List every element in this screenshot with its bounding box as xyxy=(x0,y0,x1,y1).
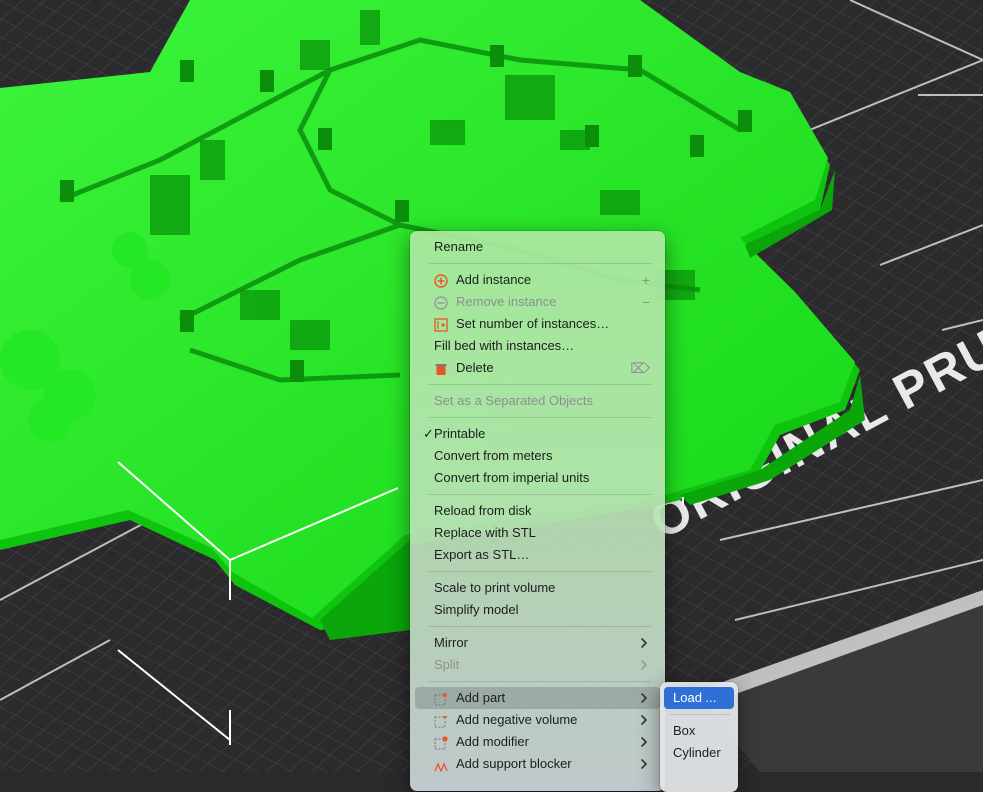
menu-separator xyxy=(429,571,651,572)
menu-separator xyxy=(429,626,651,627)
menu-item-label: Add negative volume xyxy=(456,712,578,727)
menu-item-mirror[interactable]: Mirror xyxy=(415,632,660,654)
menu-item-replace-with-stl[interactable]: Replace with STL xyxy=(415,522,660,544)
menu-item-label: Convert from meters xyxy=(434,448,553,463)
shortcut-hint: − xyxy=(641,294,650,310)
minus-circle-icon xyxy=(434,295,448,310)
object-context-menu: Rename Add instance + Remove instance − Set n… xyxy=(410,231,665,791)
menu-item-label: Reload from disk xyxy=(434,503,532,518)
chevron-right-icon xyxy=(638,654,650,676)
menu-item-label: Mirror xyxy=(434,635,468,650)
menu-item-reload-from-disk[interactable]: Reload from disk xyxy=(415,500,660,522)
add-part-submenu: Load ... Box Cylinder xyxy=(660,682,738,792)
menu-item-label: Printable xyxy=(434,426,486,441)
menu-separator xyxy=(429,494,651,495)
menu-item-rename[interactable]: Rename xyxy=(415,236,660,258)
menu-separator xyxy=(429,263,651,264)
add-support-blocker-icon xyxy=(434,757,448,773)
chevron-right-icon xyxy=(638,632,650,654)
menu-item-set-as-a-separated-objects: Set as a Separated Objects xyxy=(415,390,660,412)
menu-item-label: Add support blocker xyxy=(456,756,572,771)
menu-item-label: Delete xyxy=(456,360,494,375)
shortcut-hint: + xyxy=(641,272,650,288)
menu-item-label: Convert from imperial units xyxy=(434,470,590,485)
menu-item-convert-from-imperial-units[interactable]: Convert from imperial units xyxy=(415,467,660,489)
menu-item-simplify-model[interactable]: Simplify model xyxy=(415,599,660,621)
menu-item-label: Rename xyxy=(434,239,484,254)
plus-circle-icon xyxy=(434,273,448,288)
menu-item-label: Remove instance xyxy=(456,294,557,309)
menu-item-label: Set number of instances… xyxy=(456,316,610,331)
add-modifier-icon xyxy=(434,735,448,750)
menu-item-label: Add instance xyxy=(456,272,532,287)
menu-separator xyxy=(429,417,651,418)
menu-item-label: Simplify model xyxy=(434,602,519,617)
submenu-item-box[interactable]: Box xyxy=(664,720,734,742)
submenu-item-cylinder[interactable]: Cylinder xyxy=(664,742,734,764)
menu-item-label: Export as STL… xyxy=(434,547,530,562)
menu-item-set-number-of-instances[interactable]: Set number of instances… xyxy=(415,313,660,335)
menu-item-label: Split xyxy=(434,657,460,672)
checkmark-icon: ✓ xyxy=(423,426,434,441)
menu-item-add-negative-volume[interactable]: Add negative volume xyxy=(415,709,660,731)
add-part-icon xyxy=(434,691,448,706)
menu-item-label: Set as a Separated Objects xyxy=(434,393,593,408)
menu-item-fill-bed-with-instances[interactable]: Fill bed with instances… xyxy=(415,335,660,357)
chevron-right-icon xyxy=(638,709,650,731)
menu-item-split: Split xyxy=(415,654,660,676)
menu-item-convert-from-meters[interactable]: Convert from meters xyxy=(415,445,660,467)
menu-item-add-modifier[interactable]: Add modifier xyxy=(415,731,660,753)
menu-separator xyxy=(429,384,651,385)
menu-item-add-part[interactable]: Add part xyxy=(415,687,660,709)
menu-separator xyxy=(670,714,730,715)
menu-item-delete[interactable]: Delete ⌦ xyxy=(415,357,660,379)
submenu-item-load[interactable]: Load ... xyxy=(664,687,734,709)
instances-icon xyxy=(434,317,448,332)
menu-item-label: Fill bed with instances… xyxy=(434,338,575,353)
menu-item-scale-to-print-volume[interactable]: Scale to print volume xyxy=(415,577,660,599)
chevron-right-icon xyxy=(638,687,650,709)
chevron-right-icon xyxy=(638,731,650,753)
menu-separator xyxy=(429,681,651,682)
menu-item-label: Replace with STL xyxy=(434,525,536,540)
menu-item-add-instance[interactable]: Add instance + xyxy=(415,269,660,291)
menu-item-export-as-stl[interactable]: Export as STL… xyxy=(415,544,660,566)
menu-item-remove-instance: Remove instance − xyxy=(415,291,660,313)
menu-item-printable[interactable]: ✓ Printable xyxy=(415,423,660,445)
trash-icon xyxy=(434,361,448,375)
menu-item-label: Add modifier xyxy=(456,734,529,749)
menu-item-label: Add part xyxy=(456,690,506,705)
menu-item-label: Scale to print volume xyxy=(434,580,556,595)
add-negative-volume-icon xyxy=(434,713,448,728)
shortcut-hint: ⌦ xyxy=(630,360,650,376)
